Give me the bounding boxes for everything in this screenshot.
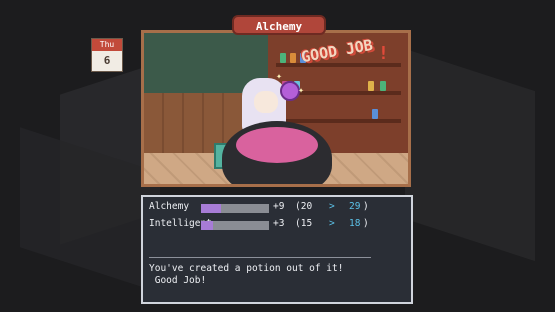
stat-bar <box>201 204 269 213</box>
calendar-day: 6 <box>103 54 111 67</box>
result-message: You've created a potion out of it! Good … <box>149 263 343 287</box>
sparkle-icon: ✦ <box>276 71 283 82</box>
bottle-icon <box>372 109 378 119</box>
bottle-icon <box>380 81 386 91</box>
bottle-icon <box>280 53 286 63</box>
stat-old-value: (20 <box>295 201 313 212</box>
bottle-icon <box>368 81 374 91</box>
stat-close-bracket: ) <box>363 201 369 212</box>
alchemist-face <box>254 91 278 113</box>
scene-title: Alchemy <box>232 15 326 35</box>
stat-old-value: (15 <box>295 218 313 229</box>
stat-arrow: > <box>329 201 335 212</box>
stat-gain: +9 <box>273 201 285 212</box>
good-job-exclaim: ! <box>378 43 389 64</box>
stat-bar-fill <box>201 204 222 213</box>
calendar-weekday: Thu <box>92 39 122 51</box>
stat-close-bracket: ) <box>363 218 369 229</box>
cauldron-brew <box>236 127 318 163</box>
dialog-divider <box>149 257 371 258</box>
stat-bar <box>201 221 269 230</box>
message-line-1: You've created a potion out of it! <box>149 263 344 274</box>
stat-row-intelligent: Intelligent +3 (15 > 18 ) <box>149 218 407 232</box>
stat-row-alchemy: Alchemy +9 (20 > 29 ) <box>149 201 407 215</box>
stat-bar-fill <box>201 221 214 230</box>
background-furniture <box>405 48 535 262</box>
message-line-2: Good Job! <box>149 275 207 286</box>
calendar-widget: Thu 6 <box>91 38 123 72</box>
stat-name: Alchemy <box>149 201 190 212</box>
sparkle-icon: ✦ <box>298 85 305 96</box>
result-dialog[interactable]: Alchemy +9 (20 > 29 ) Intelligent +3 (15… <box>141 195 413 304</box>
stat-gain: +3 <box>273 218 285 229</box>
stat-new-value: 18 <box>349 218 361 229</box>
stat-arrow: > <box>329 218 335 229</box>
stat-new-value: 29 <box>349 201 361 212</box>
potion-flask-icon <box>280 81 300 101</box>
